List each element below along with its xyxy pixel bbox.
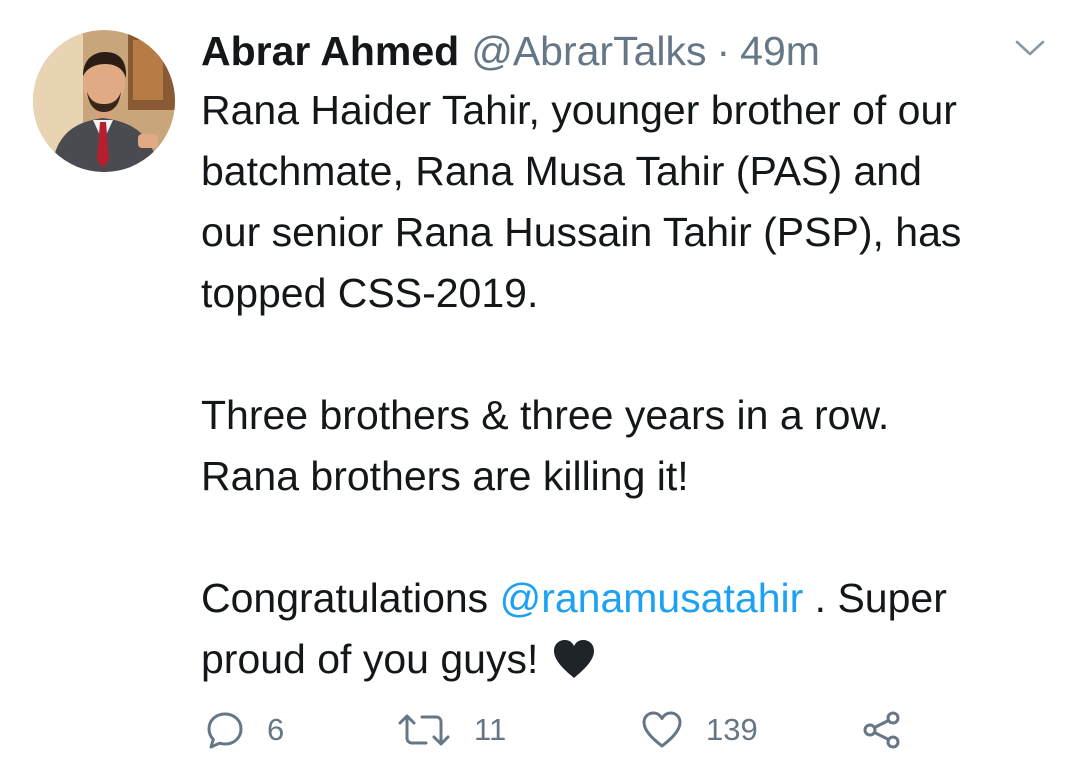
reply-icon [207, 712, 243, 749]
chevron-down-icon [1015, 40, 1045, 56]
retweet-button[interactable]: 11 [396, 702, 506, 758]
congrats-text: Congratulations [201, 575, 500, 621]
tweet-line: Three brothers & three years in a row. [201, 392, 890, 438]
tweet-actions: 6 11 139 [0, 702, 1080, 758]
retweet-icon [398, 714, 450, 746]
tweet-text: Rana Haider Tahir, younger brother of ou… [201, 80, 1041, 690]
tweet-line: proud of you guys! [201, 629, 1041, 690]
reply-count: 6 [267, 712, 285, 747]
separator-dot: · [716, 28, 731, 74]
like-button[interactable]: 139 [640, 702, 758, 758]
proud-text: proud of you guys! [201, 636, 539, 682]
reply-button[interactable]: 6 [205, 702, 284, 758]
tweet-line: Rana Haider Tahir, younger brother of ou… [201, 87, 957, 133]
tweet-line: batchmate, Rana Musa Tahir (PAS) and [201, 148, 922, 194]
tweet-menu-button[interactable] [1013, 36, 1047, 60]
share-icon [863, 711, 900, 749]
tweet-line: topped CSS-2019. [201, 270, 539, 316]
retweet-count: 11 [474, 712, 507, 747]
like-count: 139 [706, 712, 758, 747]
author-handle[interactable]: @AbrarTalks [471, 26, 706, 76]
tweet-line: Rana brothers are killing it! [201, 453, 689, 499]
heart-icon [642, 711, 682, 748]
black-heart-emoji [552, 635, 596, 696]
congrats-line: Congratulations @ranamusatahir . Super [201, 568, 1041, 629]
tweet-timestamp[interactable]: 49m [740, 26, 820, 76]
profile-photo [33, 30, 175, 172]
congrats-text-after: . Super [803, 575, 947, 621]
tweet-line: our senior Rana Hussain Tahir (PSP), has [201, 209, 962, 255]
avatar[interactable] [33, 30, 175, 172]
tweet-header: Abrar Ahmed @AbrarTalks · 49m [201, 26, 820, 76]
share-button[interactable] [861, 702, 903, 758]
author-name[interactable]: Abrar Ahmed [201, 26, 459, 76]
mention-link[interactable]: @ranamusatahir [500, 575, 804, 621]
